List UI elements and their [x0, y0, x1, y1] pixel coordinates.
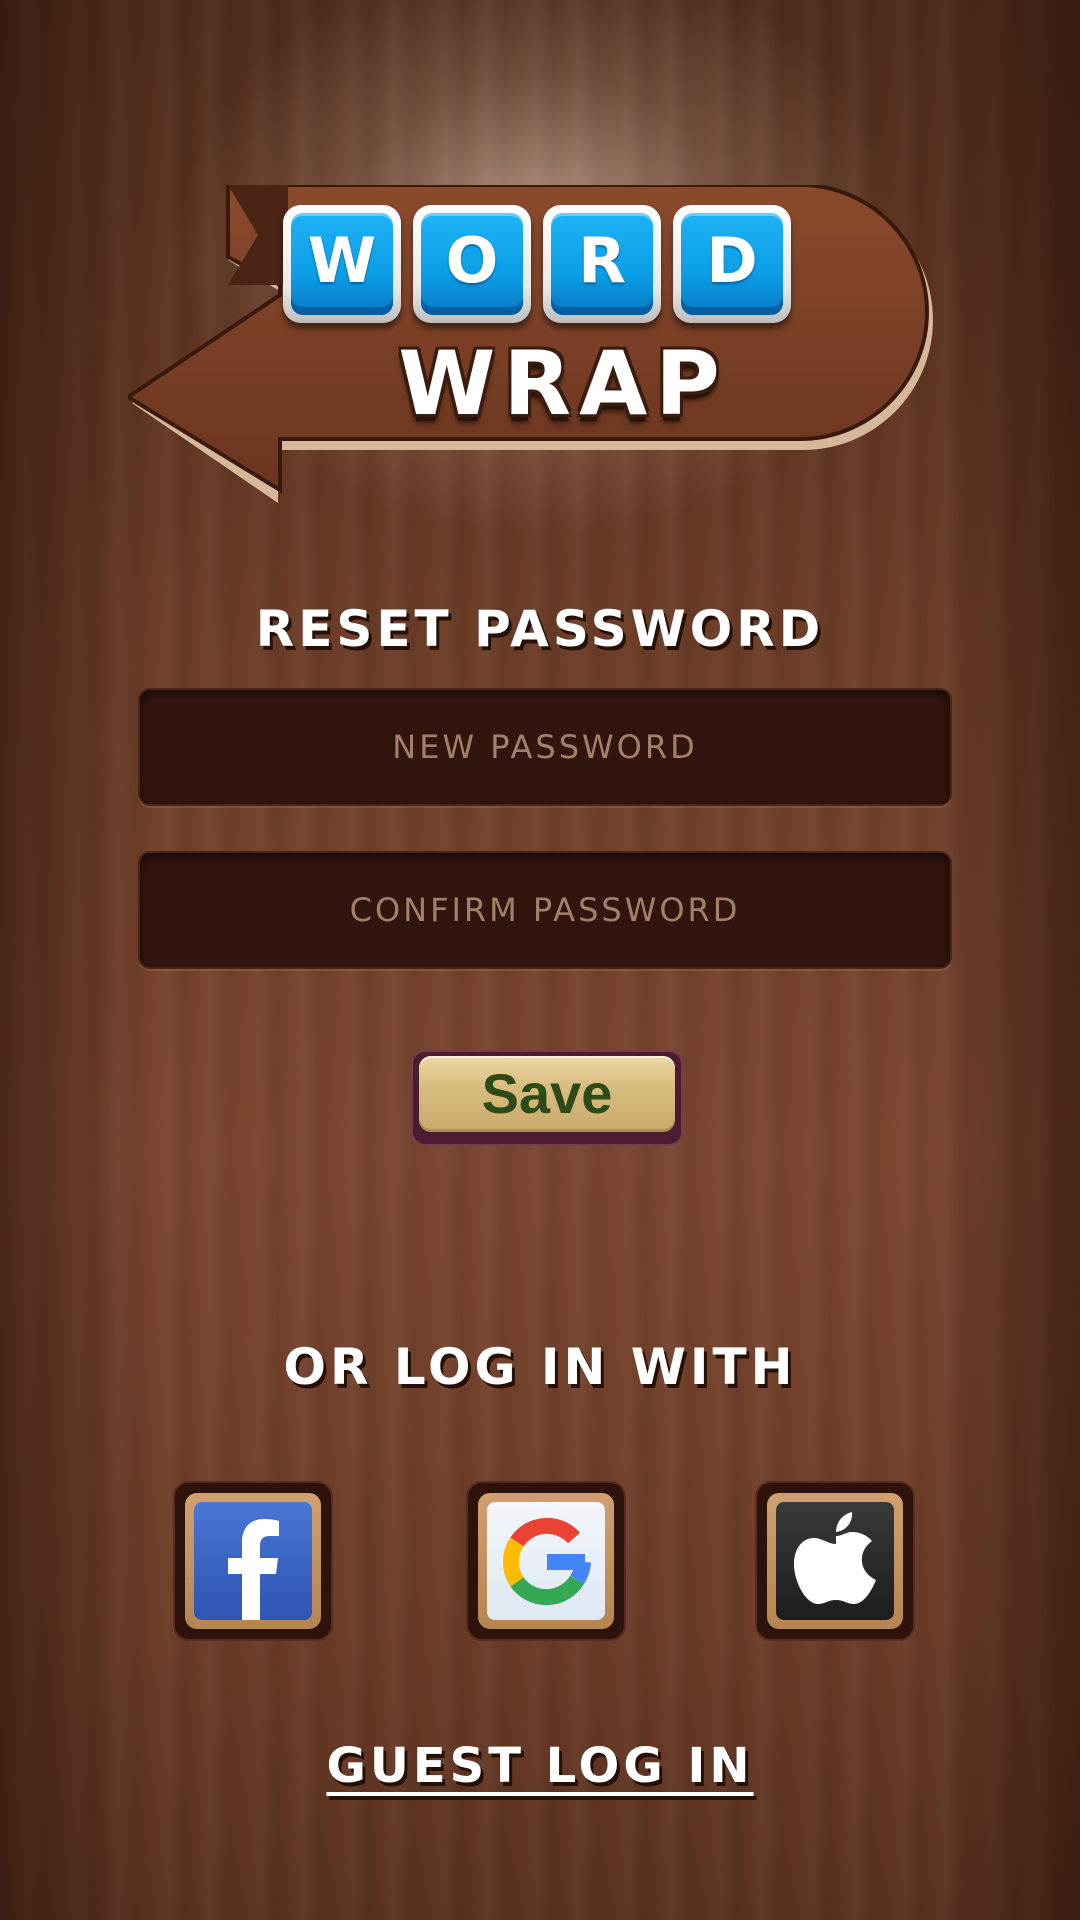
logo-subtitle: WRAP: [398, 332, 728, 435]
word-tiles: W O R D: [283, 205, 791, 323]
apple-login-button[interactable]: [755, 1481, 915, 1641]
reset-password-title: RESET PASSWORD: [255, 600, 825, 658]
word-wrap-logo: W O R D WRAP: [128, 185, 938, 505]
save-button-label: Save: [419, 1056, 675, 1132]
letter-tile: D: [673, 205, 791, 323]
facebook-icon: [228, 1519, 279, 1620]
facebook-login-button[interactable]: [173, 1481, 333, 1641]
apple-icon: [794, 1512, 876, 1604]
guest-log-in-link[interactable]: GUEST LOG IN: [0, 1738, 1080, 1794]
google-login-button[interactable]: [466, 1481, 626, 1641]
save-button[interactable]: Save: [411, 1050, 683, 1146]
or-log-in-with-heading: OR LOG IN WITH: [283, 1338, 797, 1396]
google-icon: [503, 1517, 591, 1606]
confirm-password-field[interactable]: [138, 851, 952, 969]
letter-tile: R: [543, 205, 661, 323]
letter-tile: W: [283, 205, 401, 323]
new-password-field[interactable]: [138, 688, 952, 806]
letter-tile: O: [413, 205, 531, 323]
